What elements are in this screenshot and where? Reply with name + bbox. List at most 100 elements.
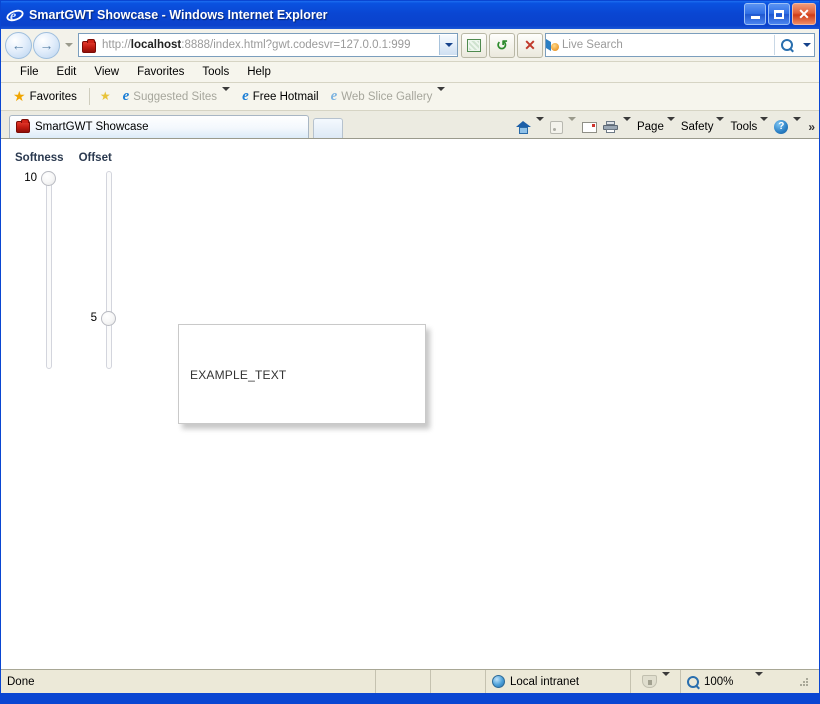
- resize-grip[interactable]: [797, 675, 811, 689]
- chevron-down-icon[interactable]: [755, 671, 764, 688]
- mail-icon: [581, 121, 597, 133]
- protected-mode-icon: [641, 675, 657, 688]
- zoom-level-label: 100%: [704, 675, 734, 688]
- chevron-down-icon: [716, 117, 725, 133]
- mail-button[interactable]: [579, 121, 600, 134]
- chevron-down-icon: [760, 117, 769, 133]
- page-menu-button[interactable]: Page: [634, 117, 678, 134]
- softness-slider-track[interactable]: [46, 171, 52, 369]
- window-title: SmartGWT Showcase - Windows Internet Exp…: [29, 8, 328, 22]
- page-icon: e: [242, 88, 249, 104]
- chevron-down-icon: [437, 86, 446, 103]
- minimize-button[interactable]: [744, 3, 766, 25]
- status-text: Done: [7, 675, 35, 688]
- tab-bar: SmartGWT Showcase Page Safety Tools ? »: [1, 111, 819, 138]
- status-cell-2: [431, 670, 486, 693]
- browser-window: e SmartGWT Showcase - Windows Internet E…: [0, 0, 820, 704]
- favorite-web-slice-gallery[interactable]: e Web Slice Gallery: [327, 86, 450, 106]
- tab-label: SmartGWT Showcase: [35, 121, 149, 133]
- security-zone-label: Local intranet: [510, 675, 580, 688]
- softness-slider-title: Softness: [15, 152, 64, 164]
- compatibility-view-button[interactable]: [461, 32, 487, 58]
- page-icon: e: [330, 88, 338, 104]
- menu-item-favorites[interactable]: Favorites: [128, 65, 193, 79]
- tab-smartgwt-showcase[interactable]: SmartGWT Showcase: [9, 115, 309, 138]
- forward-button[interactable]: →: [33, 31, 60, 59]
- add-to-favorites-bar-button[interactable]: ★: [96, 88, 115, 105]
- zoom-cell[interactable]: 100%: [681, 670, 819, 693]
- navigation-toolbar: ← → http://localhost:8888/index.html?gwt…: [1, 29, 819, 62]
- browser-chrome: ← → http://localhost:8888/index.html?gwt…: [1, 29, 819, 138]
- menu-item-help[interactable]: Help: [238, 65, 280, 79]
- offset-slider-thumb[interactable]: [101, 311, 116, 326]
- favorites-center-button[interactable]: ★ Favorites: [9, 88, 81, 105]
- favorite-label: Free Hotmail: [252, 90, 319, 103]
- example-text: EXAMPLE_TEXT: [190, 368, 287, 382]
- ie-logo-icon: e: [6, 6, 24, 24]
- offset-slider-title: Offset: [78, 152, 112, 164]
- example-shadow-box: EXAMPLE_TEXT: [178, 324, 426, 424]
- search-input[interactable]: Live Search: [560, 39, 774, 51]
- protected-mode-cell[interactable]: [631, 670, 681, 693]
- ie-icon: e: [122, 88, 130, 104]
- svg-text:e: e: [10, 9, 16, 24]
- add-star-icon: ★: [99, 89, 111, 103]
- command-bar: Page Safety Tools ? »: [513, 117, 815, 135]
- chevron-down-icon[interactable]: [661, 671, 670, 688]
- address-url: http://localhost:8888/index.html?gwt.cod…: [102, 39, 411, 51]
- tools-menu-button[interactable]: Tools: [727, 117, 771, 134]
- search-box[interactable]: Live Search: [545, 33, 815, 57]
- safety-menu-label: Safety: [680, 121, 714, 133]
- tools-menu-label: Tools: [730, 121, 758, 133]
- window-controls: ✕: [744, 3, 816, 25]
- chevron-down-icon: [567, 117, 576, 133]
- search-go-button[interactable]: [774, 35, 799, 55]
- safety-menu-button[interactable]: Safety: [678, 117, 728, 134]
- help-menu-button[interactable]: ?: [771, 117, 804, 135]
- favorite-free-hotmail[interactable]: e Free Hotmail: [238, 87, 323, 106]
- address-bar[interactable]: http://localhost:8888/index.html?gwt.cod…: [78, 33, 458, 57]
- feeds-button[interactable]: [547, 117, 579, 135]
- favorites-bar: ★ Favorites ★ e Suggested Sites e Free H…: [1, 83, 819, 111]
- star-icon: ★: [13, 88, 26, 104]
- rss-icon: [549, 120, 563, 134]
- slider-titles: Softness Offset: [15, 152, 112, 164]
- toolbox-icon: [16, 119, 30, 133]
- security-zone-cell[interactable]: Local intranet: [486, 670, 631, 693]
- status-text-cell: Done: [1, 670, 376, 693]
- softness-slider-thumb[interactable]: [41, 171, 56, 186]
- close-button[interactable]: ✕: [792, 3, 816, 25]
- menu-item-view[interactable]: View: [85, 65, 128, 79]
- offset-slider-value: 5: [90, 312, 97, 324]
- toolbox-icon: [82, 37, 98, 53]
- home-button[interactable]: [513, 117, 547, 135]
- favorite-label: Suggested Sites: [133, 90, 218, 103]
- page-menu-label: Page: [636, 121, 664, 133]
- chevron-down-icon: [535, 117, 544, 133]
- softness-slider[interactable]: 10: [24, 171, 57, 369]
- print-button[interactable]: [600, 117, 634, 134]
- menu-item-file[interactable]: File: [11, 65, 48, 79]
- softness-slider-value: 10: [24, 172, 37, 184]
- chevron-down-icon: [793, 117, 802, 133]
- history-dropdown[interactable]: [62, 34, 75, 56]
- offset-slider-track[interactable]: [106, 171, 112, 369]
- search-provider-dropdown[interactable]: [799, 35, 814, 55]
- menu-item-edit[interactable]: Edit: [48, 65, 86, 79]
- print-icon: [602, 121, 618, 133]
- new-tab-button[interactable]: [313, 118, 343, 138]
- help-icon: ?: [774, 120, 789, 134]
- offset-slider[interactable]: 5: [91, 171, 117, 369]
- status-cell-1: [376, 670, 431, 693]
- favorites-label: Favorites: [29, 90, 77, 103]
- maximize-button[interactable]: [768, 3, 790, 25]
- chevron-down-icon: [622, 117, 631, 133]
- favorite-label: Web Slice Gallery: [341, 90, 433, 103]
- back-button[interactable]: ←: [5, 31, 32, 59]
- address-dropdown[interactable]: [439, 35, 457, 55]
- stop-button[interactable]: ✕: [517, 32, 543, 58]
- favorite-suggested-sites[interactable]: e Suggested Sites: [119, 86, 234, 106]
- menu-item-tools[interactable]: Tools: [193, 65, 238, 79]
- command-bar-overflow-button[interactable]: »: [808, 120, 815, 134]
- refresh-button[interactable]: ↺: [489, 32, 515, 58]
